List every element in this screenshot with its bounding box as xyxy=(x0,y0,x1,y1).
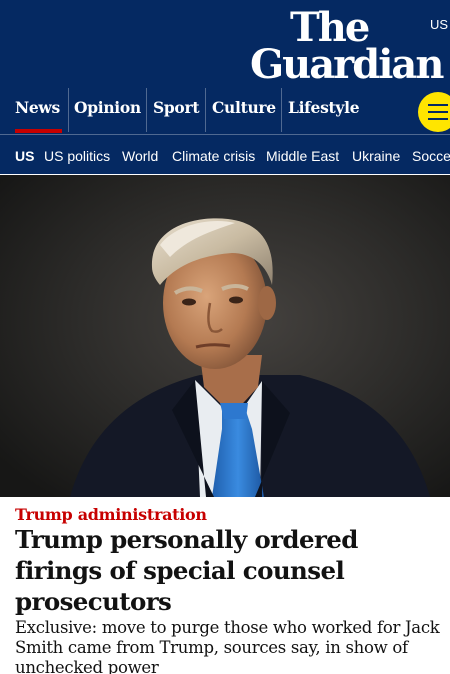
logo-line-2: Guardian xyxy=(250,40,444,88)
pillar-news[interactable]: News xyxy=(15,88,62,134)
article-kicker[interactable]: Trump administration xyxy=(15,505,207,524)
pillar-culture[interactable]: Culture xyxy=(212,88,276,134)
subnav-climate-crisis[interactable]: Climate crisis xyxy=(172,148,255,164)
subnav-us-politics[interactable]: US politics xyxy=(44,148,110,164)
article-standfirst: Exclusive: move to purge those who worke… xyxy=(15,618,440,674)
guardian-logo[interactable]: The Guardian xyxy=(250,8,444,88)
subnav-soccer[interactable]: Soccer xyxy=(412,148,450,164)
sub-nav: US US politics World Climate crisis Midd… xyxy=(0,135,450,174)
hero-image[interactable] xyxy=(0,175,450,497)
pillar-sport[interactable]: Sport xyxy=(153,88,200,134)
pillar-divider xyxy=(68,88,69,132)
article-headline[interactable]: Trump personally ordered firings of spec… xyxy=(15,524,445,617)
pillar-divider xyxy=(146,88,147,132)
subnav-us[interactable]: US xyxy=(15,148,34,164)
pillar-nav: News Opinion Sport Culture Lifestyle xyxy=(0,88,450,134)
subnav-middle-east[interactable]: Middle East xyxy=(266,148,339,164)
subnav-ukraine[interactable]: Ukraine xyxy=(352,148,400,164)
pillar-lifestyle[interactable]: Lifestyle xyxy=(288,88,360,134)
menu-button[interactable] xyxy=(418,92,450,132)
pillar-divider xyxy=(205,88,206,132)
site-header: US The Guardian News Opinion Sport Cultu… xyxy=(0,0,450,174)
subnav-world[interactable]: World xyxy=(122,148,158,164)
pillar-divider xyxy=(281,88,282,132)
pillar-opinion[interactable]: Opinion xyxy=(74,88,141,134)
portrait-illustration xyxy=(0,175,450,497)
